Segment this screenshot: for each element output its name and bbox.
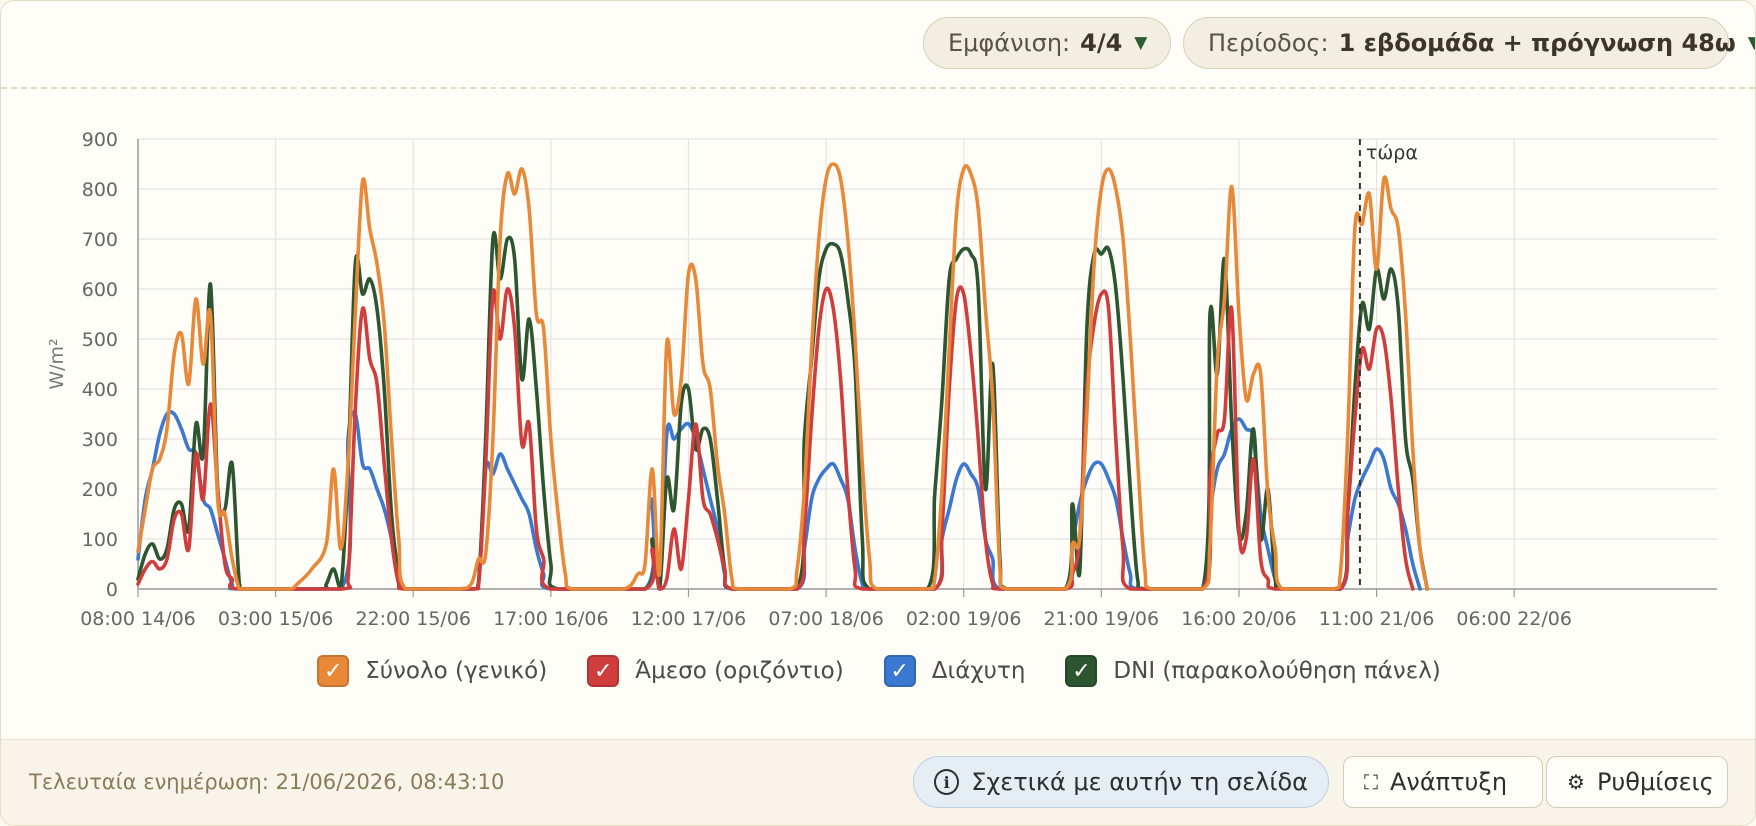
checkbox-checked-icon[interactable]: ✓ <box>587 655 620 687</box>
legend-label: Σύνολο (γενικό) <box>365 658 548 684</box>
y-tick-label: 400 <box>82 379 118 401</box>
y-tick-label: 100 <box>82 529 118 551</box>
legend-item-direct[interactable]: ✓ Άμεσο (οριζόντιο) <box>587 655 844 687</box>
y-tick-label: 0 <box>106 579 118 601</box>
panel-card: Εμφάνιση: 4/4 ▼ Περίοδος: 1 εβδομάδα + π… <box>0 0 1756 826</box>
period-selector[interactable]: Περίοδος: 1 εβδομάδα + πρόγνωση 48ω ▼ <box>1183 17 1755 69</box>
footer-bar: Τελευταία ενημέρωση: 21/06/2026, 08:43:1… <box>1 739 1755 825</box>
legend-label: DNI (παρακολούθηση πάνελ) <box>1113 658 1441 684</box>
period-value: 1 εβδομάδα + πρόγνωση 48ω <box>1338 29 1736 57</box>
x-tick-label: 12:00 17/06 <box>631 608 747 630</box>
now-marker-label: τώρα <box>1366 142 1418 164</box>
y-tick-label: 300 <box>82 429 118 451</box>
x-tick-label: 21:00 19/06 <box>1044 608 1160 630</box>
x-tick-label: 11:00 21/06 <box>1319 608 1435 630</box>
display-value: 4/4 <box>1080 29 1123 57</box>
checkbox-checked-icon[interactable]: ✓ <box>317 655 350 687</box>
x-tick-label: 03:00 15/06 <box>218 608 334 630</box>
about-page-button[interactable]: i Σχετικά με αυτήν τη σελίδα <box>913 756 1329 808</box>
about-button-label: Σχετικά με αυτήν τη σελίδα <box>971 768 1308 796</box>
checkbox-checked-icon[interactable]: ✓ <box>1065 655 1098 687</box>
last-update-text: Τελευταία ενημέρωση: 21/06/2026, 08:43:1… <box>29 770 505 794</box>
display-selector[interactable]: Εμφάνιση: 4/4 ▼ <box>923 17 1171 69</box>
x-tick-label: 16:00 20/06 <box>1181 608 1297 630</box>
display-label: Εμφάνιση: <box>948 29 1071 57</box>
x-tick-label: 17:00 16/06 <box>493 608 609 630</box>
y-tick-label: 600 <box>82 279 118 301</box>
x-tick-label: 22:00 15/06 <box>355 608 471 630</box>
legend-label: Διάχυτη <box>931 658 1026 684</box>
y-tick-label: 900 <box>82 129 118 151</box>
x-tick-label: 08:00 14/06 <box>80 608 196 630</box>
caret-down-icon: ▼ <box>1748 33 1755 53</box>
y-tick-label: 500 <box>82 329 118 351</box>
x-tick-label: 06:00 22/06 <box>1456 608 1572 630</box>
y-tick-label: 200 <box>82 479 118 501</box>
checkbox-checked-icon[interactable]: ✓ <box>883 655 916 687</box>
expand-button[interactable]: ⛶ Ανάπτυξη <box>1343 756 1543 808</box>
x-tick-label: 07:00 18/06 <box>768 608 884 630</box>
y-axis-label: W/m² <box>46 338 68 389</box>
chart-legend: ✓ Σύνολο (γενικό) ✓ Άμεσο (οριζόντιο) ✓ … <box>1 655 1755 687</box>
settings-button-label: Ρυθμίσεις <box>1596 768 1714 796</box>
expand-icon: ⛶ <box>1364 770 1378 794</box>
y-tick-label: 800 <box>82 179 118 201</box>
info-icon: i <box>934 769 960 795</box>
x-tick-label: 02:00 19/06 <box>906 608 1022 630</box>
gear-icon: ⚙ <box>1567 770 1585 794</box>
legend-item-total[interactable]: ✓ Σύνολο (γενικό) <box>317 655 547 687</box>
caret-down-icon: ▼ <box>1134 33 1148 53</box>
y-tick-label: 700 <box>82 229 118 251</box>
settings-button[interactable]: ⚙ Ρυθμίσεις <box>1546 756 1728 808</box>
chart-svg: 0 100 200 300 400 500 600 700 800 900 08:00 14/06 0… <box>46 129 1717 630</box>
period-label: Περίοδος: <box>1208 29 1329 57</box>
toolbar: Εμφάνιση: 4/4 ▼ Περίοδος: 1 εβδομάδα + π… <box>1 1 1755 89</box>
irradiance-chart: 0 100 200 300 400 500 600 700 800 900 08:00 14/06 0… <box>1 101 1755 681</box>
legend-item-dni[interactable]: ✓ DNI (παρακολούθηση πάνελ) <box>1065 655 1441 687</box>
legend-label: Άμεσο (οριζόντιο) <box>635 658 844 684</box>
legend-item-diffuse[interactable]: ✓ Διάχυτη <box>883 655 1026 687</box>
expand-button-label: Ανάπτυξη <box>1390 768 1508 796</box>
